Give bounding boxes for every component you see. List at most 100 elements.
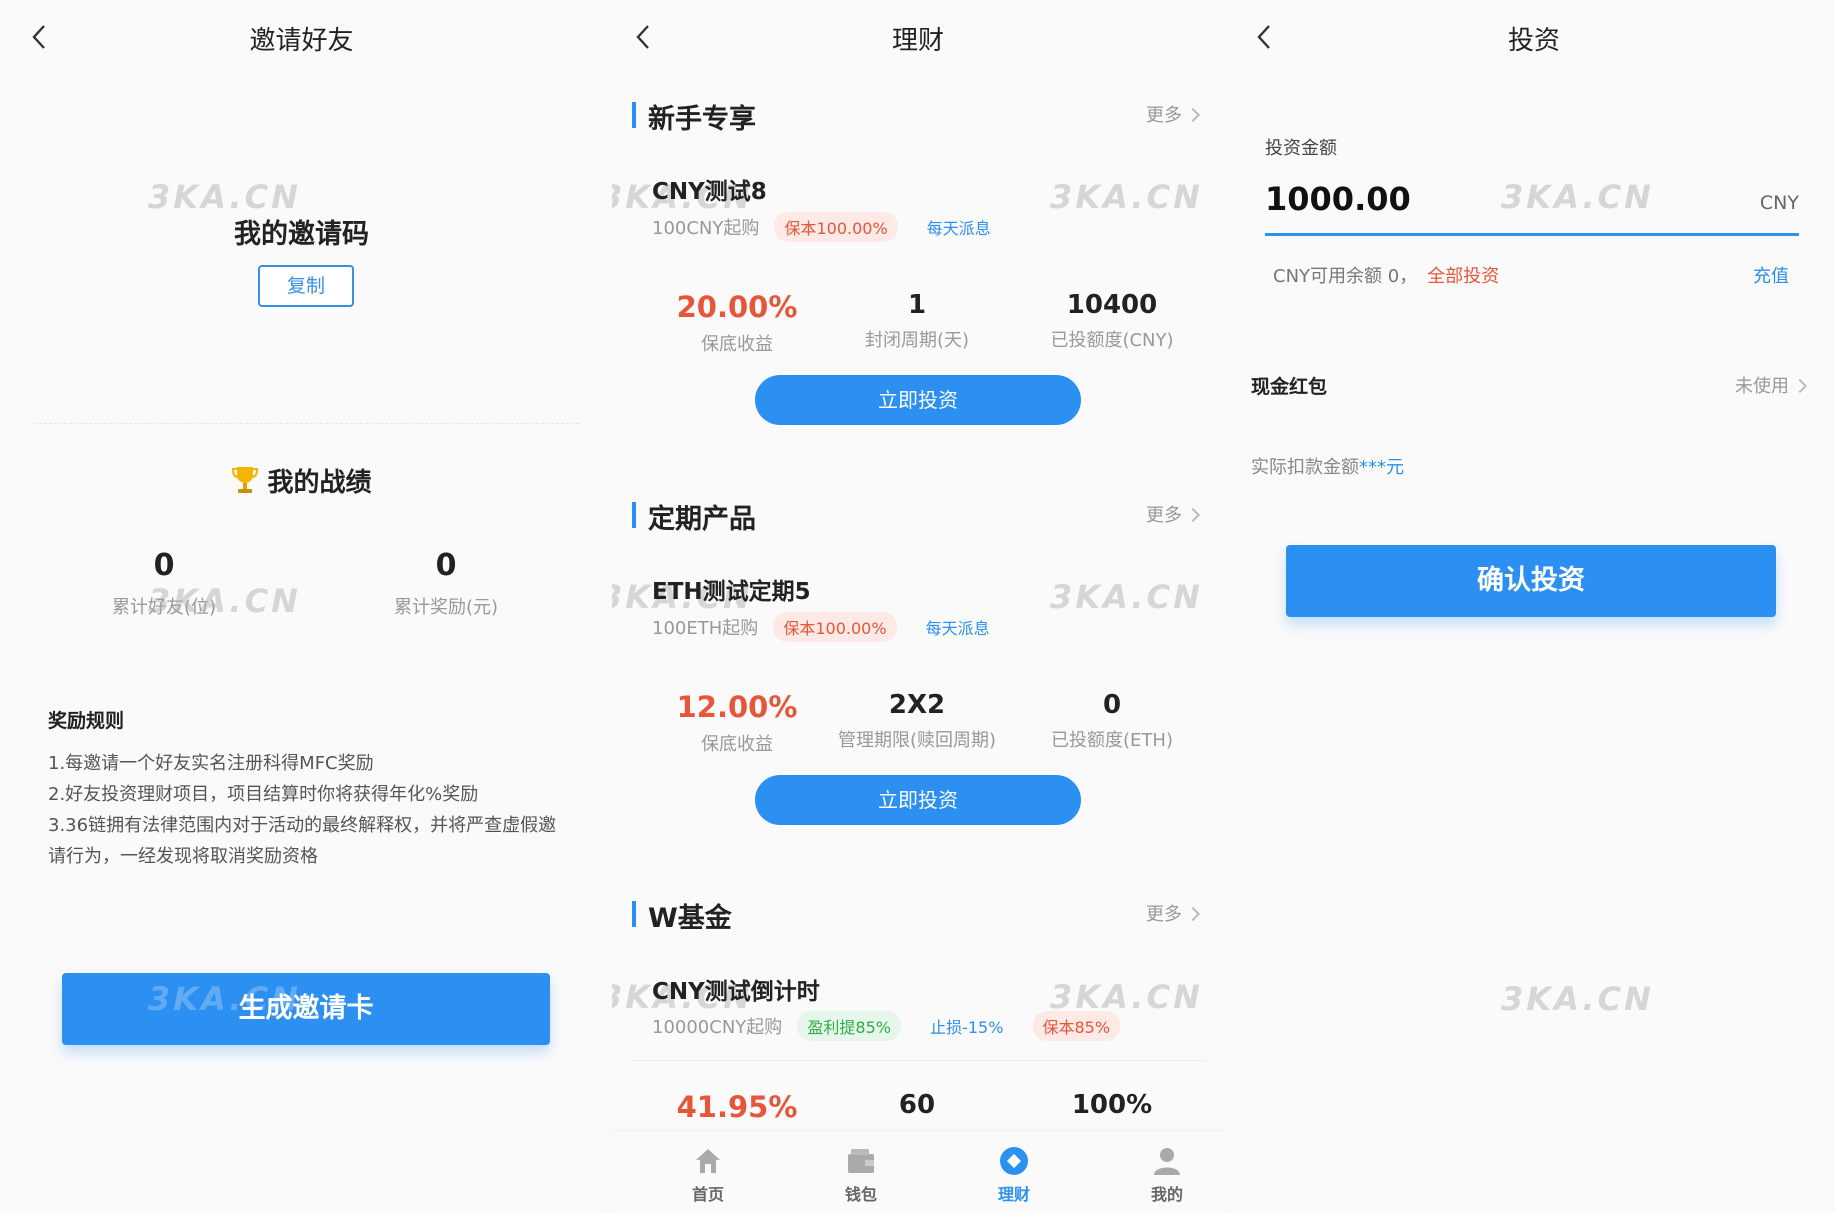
tag: 止损-15% bbox=[930, 1018, 1004, 1037]
page-title: 投资 bbox=[1507, 26, 1560, 56]
metric-label: 管理期限(赎回周期) bbox=[837, 730, 997, 751]
chevron-right-icon bbox=[1792, 378, 1808, 394]
min-buy: 10000CNY起购 bbox=[652, 1017, 783, 1038]
chevron-right-icon bbox=[1185, 507, 1201, 523]
metric: 1 封闭周期(天) bbox=[817, 290, 1017, 352]
tag: 每天派息 bbox=[925, 619, 990, 638]
more-link[interactable]: 更多 bbox=[1146, 501, 1201, 527]
min-buy: 100CNY起购 bbox=[652, 218, 760, 239]
tab-home[interactable]: 首页 bbox=[648, 1131, 768, 1205]
product-metrics: 12.00% 保底收益 2X2 管理期限(赎回周期) 0 已投额度(ETH) bbox=[632, 690, 1204, 760]
cash-redpack-label: 现金红包 bbox=[1251, 376, 1328, 398]
product-name[interactable]: CNY测试倒计时 bbox=[652, 972, 820, 1006]
more-label: 更多 bbox=[1146, 105, 1182, 126]
divider bbox=[34, 423, 579, 424]
confirm-invest-button[interactable]: 确认投资 bbox=[1286, 545, 1776, 617]
page-title: 邀请好友 bbox=[249, 26, 354, 56]
tag: 盈利提85% bbox=[797, 1011, 901, 1041]
metric-label: 封闭周期(天) bbox=[864, 330, 970, 351]
recharge-link[interactable]: 充值 bbox=[1753, 262, 1789, 288]
metric: 12.00% 保底收益 bbox=[637, 690, 837, 756]
watermark: 3KA.CN bbox=[1050, 578, 1203, 616]
finance-header: 理财 bbox=[612, 0, 1224, 76]
stat-value: 0 bbox=[435, 548, 457, 583]
rules-list: 1.每邀请一个好友实名注册科得MFC奖励 2.好友投资理财项目，项目结算时你将获… bbox=[48, 748, 568, 872]
redpack-selector[interactable]: 未使用 bbox=[1735, 372, 1808, 398]
metric-value: 1 bbox=[907, 290, 927, 320]
stat-label: 累计好友(位) bbox=[111, 597, 217, 618]
amount-input[interactable]: 1000.00 bbox=[1265, 180, 1411, 218]
rules-title: 奖励规则 bbox=[48, 710, 125, 732]
home-icon bbox=[696, 1149, 720, 1173]
metric-label: 已投额度(CNY) bbox=[1050, 330, 1174, 351]
product-tags: 100CNY起购 保本100.00% 每天派息 bbox=[652, 212, 1015, 242]
tab-finance[interactable]: 理财 bbox=[954, 1131, 1074, 1205]
product-tags: 10000CNY起购 盈利提85% 止损-15% 保本85% bbox=[652, 1011, 1134, 1041]
metric-value: 100% bbox=[1071, 1090, 1153, 1120]
amount-label: 投资金额 bbox=[1265, 138, 1337, 159]
metric: 2X2 管理期限(赎回周期) bbox=[817, 690, 1017, 752]
amount-unit: CNY bbox=[1759, 192, 1799, 214]
section-header-fund: W基金 更多 bbox=[632, 896, 1204, 934]
rule-item: 2.好友投资理财项目，项目结算时你将获得年化%奖励 bbox=[48, 784, 479, 805]
watermark: 3KA.CN bbox=[1501, 178, 1654, 216]
invite-panel: 邀请好友 3KA.CN 我的邀请码 复制 我的战绩 0 累计好友(位) 3KA.… bbox=[0, 0, 603, 1213]
tag: 保本100.00% bbox=[774, 212, 898, 242]
section-title: 定期产品 bbox=[648, 504, 756, 535]
invite-header: 邀请好友 bbox=[0, 0, 603, 76]
watermark: 3KA.CN bbox=[1050, 178, 1203, 216]
rule-item: 3.36链拥有法律范围内对于活动的最终解释权，并将严查虚假邀请行为，一经发现将取… bbox=[48, 815, 557, 867]
section-header-fixed: 定期产品 更多 bbox=[632, 497, 1204, 535]
product-name[interactable]: ETH测试定期5 bbox=[652, 572, 811, 606]
section-header-newbie: 新手专享 更多 bbox=[632, 97, 1204, 135]
metric-value: 41.95% bbox=[676, 1090, 798, 1124]
metric-label: 已投额度(ETH) bbox=[1051, 730, 1173, 751]
product-name[interactable]: CNY测试8 bbox=[652, 172, 767, 206]
invest-panel: 投资 投资金额 1000.00 3KA.CN CNY CNY可用余额 0， 全部投… bbox=[1233, 0, 1835, 1213]
watermark: 3KA.CN bbox=[148, 178, 301, 216]
divider bbox=[630, 1060, 1206, 1061]
metric-label: 保底收益 bbox=[701, 734, 773, 755]
metric-value: 10400 bbox=[1066, 290, 1158, 320]
metric-value: 0 bbox=[1102, 690, 1122, 720]
section-bar bbox=[632, 901, 636, 927]
more-label: 更多 bbox=[1146, 904, 1182, 925]
tab-label: 首页 bbox=[691, 1185, 724, 1204]
record-title-text: 我的战绩 bbox=[267, 468, 372, 498]
invite-code-title: 我的邀请码 bbox=[234, 219, 369, 250]
copy-button[interactable]: 复制 bbox=[258, 265, 354, 307]
wallet-icon bbox=[848, 1149, 874, 1173]
stat-value: 0 bbox=[153, 548, 175, 583]
invest-now-button[interactable]: 立即投资 bbox=[755, 375, 1081, 425]
metric-value: 2X2 bbox=[888, 690, 946, 720]
finance-panel: 理财 新手专享 更多 3KA.CN 3KA.CN CNY测试8 100CNY起购… bbox=[612, 0, 1224, 1213]
rule-item: 1.每邀请一个好友实名注册科得MFC奖励 bbox=[48, 753, 374, 774]
section-bar bbox=[632, 102, 636, 128]
tag: 保本85% bbox=[1032, 1011, 1121, 1041]
stat-rewards: 0 累计奖励(元) bbox=[336, 548, 556, 619]
deduct-label: 实际扣款金额 bbox=[1251, 457, 1359, 478]
more-label: 更多 bbox=[1146, 505, 1182, 526]
stat-label: 累计奖励(元) bbox=[393, 597, 499, 618]
tab-label: 我的 bbox=[1150, 1185, 1183, 1204]
tab-mine[interactable]: 我的 bbox=[1107, 1131, 1224, 1205]
tag: 每天派息 bbox=[926, 219, 991, 238]
user-icon bbox=[1154, 1148, 1180, 1175]
record-title: 我的战绩 bbox=[0, 462, 603, 499]
chevron-right-icon bbox=[1185, 906, 1201, 922]
more-link[interactable]: 更多 bbox=[1146, 900, 1201, 926]
invest-now-button[interactable]: 立即投资 bbox=[755, 775, 1081, 825]
input-underline bbox=[1265, 233, 1799, 236]
generate-invite-card-button[interactable]: 生成邀请卡 bbox=[62, 973, 550, 1045]
section-title: W基金 bbox=[648, 903, 732, 934]
invest-all-link[interactable]: 全部投资 bbox=[1427, 266, 1499, 287]
tab-label: 钱包 bbox=[844, 1185, 877, 1204]
chevron-right-icon bbox=[1185, 107, 1201, 123]
tab-wallet[interactable]: 钱包 bbox=[801, 1131, 921, 1205]
metric-value: 60 bbox=[898, 1090, 936, 1120]
metric: 20.00% 保底收益 bbox=[637, 290, 837, 356]
tab-label: 理财 bbox=[997, 1185, 1030, 1204]
tag: 保本100.00% bbox=[773, 612, 897, 642]
more-link[interactable]: 更多 bbox=[1146, 101, 1201, 127]
balance-row: CNY可用余额 0， 全部投资 bbox=[1273, 262, 1499, 288]
